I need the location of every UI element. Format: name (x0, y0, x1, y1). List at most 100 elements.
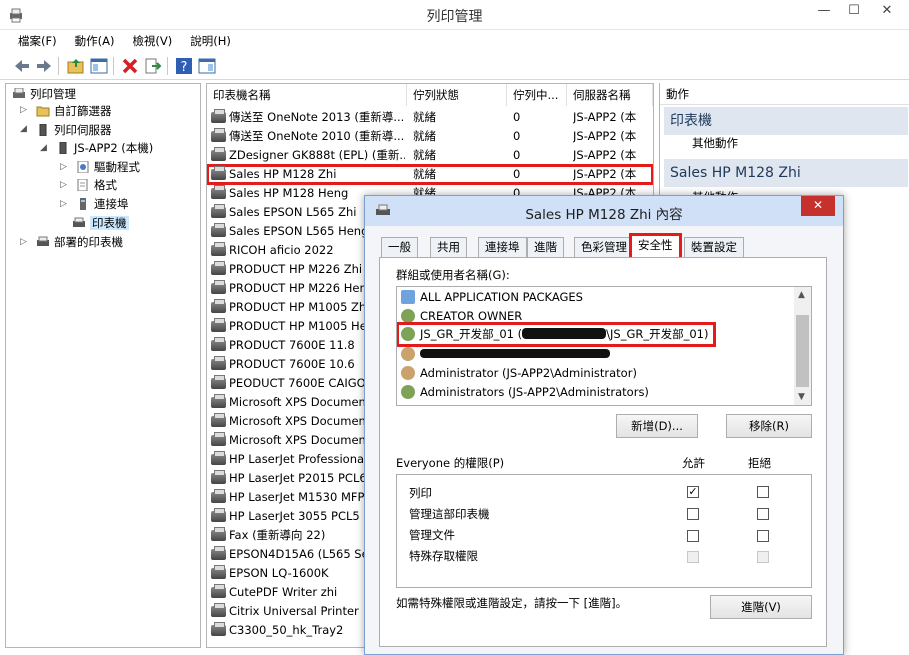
tab-device-settings[interactable]: 裝置設定 (684, 237, 744, 257)
show-hide-tree-icon[interactable] (89, 56, 109, 76)
tree-node-printers[interactable]: 印表機 (72, 214, 129, 232)
list-item[interactable]: Administrator (JS-APP2\Administrator) (401, 364, 637, 383)
printer-icon (211, 337, 226, 351)
minimize-button[interactable]: — (809, 0, 839, 22)
groups-label: 群組或使用者名稱(G): (396, 268, 510, 282)
tab-color-management[interactable]: 色彩管理 (574, 237, 634, 257)
column-header-printer-name[interactable]: 印表機名稱 (207, 84, 407, 106)
tab-security[interactable]: 安全性 (629, 233, 682, 260)
table-row[interactable]: 傳送至 OneNote 2010 (重新導... 就緒 0 JS-APP2 (本 (207, 127, 653, 146)
scroll-down-icon[interactable]: ▼ (798, 392, 805, 402)
delete-icon[interactable] (120, 56, 140, 76)
redacted-text (420, 349, 610, 358)
manage-printer-allow-checkbox[interactable] (687, 508, 699, 520)
collapse-arrow-icon[interactable]: ◢ (20, 124, 30, 134)
tree-node-deployed-printers[interactable]: 部署的印表機 (36, 233, 123, 251)
tab-general[interactable]: 一般 (381, 237, 418, 257)
expand-arrow-icon[interactable]: ▷ (20, 237, 30, 247)
svg-text:?: ? (181, 60, 188, 75)
back-arrow-icon[interactable] (12, 56, 32, 76)
list-item[interactable]: ALL APPLICATION PACKAGES (401, 288, 583, 307)
server-group-icon (39, 124, 47, 136)
collapse-arrow-icon[interactable]: ◢ (40, 143, 50, 153)
menu-view[interactable]: 檢視(V) (123, 31, 181, 51)
expand-arrow-icon[interactable]: ▷ (60, 180, 70, 190)
package-group-icon (401, 290, 415, 304)
tab-advanced[interactable]: 進階 (527, 237, 564, 257)
permissions-label: Everyone 的權限(P) (396, 456, 505, 470)
list-item[interactable]: Administrators (JS-APP2\Administrators) (401, 383, 649, 402)
manage-documents-allow-checkbox[interactable] (687, 530, 699, 542)
window-title-bar: 列印管理 — ☐ ✕ (0, 0, 909, 30)
printer-icon (211, 223, 226, 237)
menu-file[interactable]: 檔案(F) (0, 31, 66, 51)
tree-label: 列印伺服器 (54, 123, 112, 137)
up-folder-icon[interactable] (66, 56, 86, 76)
group-name: Administrators (JS-APP2\Administrators) (420, 385, 649, 399)
tree-node-custom-filters[interactable]: 自訂篩選器 (36, 102, 112, 120)
menu-bar: 檔案(F) 動作(A) 檢視(V) 說明(H) (0, 31, 909, 51)
tab-sharing[interactable]: 共用 (430, 237, 467, 257)
permission-name: 列印 (409, 486, 432, 500)
expand-arrow-icon[interactable]: ▷ (60, 199, 70, 209)
column-header-jobs-in-queue[interactable]: 佇列中... (507, 84, 567, 106)
scrollbar-thumb[interactable] (796, 315, 809, 387)
maximize-button[interactable]: ☐ (839, 0, 869, 22)
printer-icon (211, 166, 226, 180)
printer-icon (211, 603, 226, 617)
table-row-selected[interactable]: Sales HP M128 Zhi 就緒 0 JS-APP2 (本 (207, 164, 653, 185)
more-actions-link[interactable]: 其他動作 (692, 133, 738, 153)
navigation-tree: 列印管理 ▷ 自訂篩選器 ◢ 列印伺服器 ◢ JS-APP2 (本機) ▷ 驅動… (5, 83, 201, 648)
server-icon (59, 142, 67, 154)
printer-icon (211, 470, 226, 484)
help-icon[interactable]: ? (174, 56, 194, 76)
export-list-icon[interactable] (143, 56, 163, 76)
tree-node-server-js-app2[interactable]: JS-APP2 (本機) (56, 139, 153, 157)
dialog-title: Sales HP M128 Zhi 內容 (525, 207, 683, 223)
tree-node-forms[interactable]: 格式 (76, 176, 117, 194)
printer-icon (211, 584, 226, 598)
manage-printer-deny-checkbox[interactable] (757, 508, 769, 520)
tree-node-print-management[interactable]: 列印管理 (12, 85, 76, 103)
groups-list-scrollbar[interactable]: ▲ ▼ (794, 287, 811, 405)
advanced-button[interactable]: 進階(V) (710, 595, 812, 619)
scroll-up-icon[interactable]: ▲ (798, 290, 805, 300)
special-permissions-allow-checkbox (687, 551, 699, 563)
tree-node-ports[interactable]: 連接埠 (76, 195, 129, 213)
printer-icon (211, 242, 226, 256)
tree-node-drivers[interactable]: 驅動程式 (76, 158, 140, 176)
close-window-button[interactable]: ✕ (869, 0, 905, 22)
manage-documents-deny-checkbox[interactable] (757, 530, 769, 542)
column-header-queue-status[interactable]: 佇列狀態 (407, 84, 507, 106)
expand-arrow-icon[interactable]: ▷ (60, 162, 70, 172)
expand-arrow-icon[interactable]: ▷ (20, 105, 30, 115)
remove-button[interactable]: 移除(R) (726, 414, 812, 438)
table-row[interactable]: ZDesigner GK888t (EPL) (重新... 就緒 0 JS-APP2 … (207, 146, 653, 165)
toolbar-separator (167, 57, 168, 75)
groups-users-list[interactable]: ALL APPLICATION PACKAGES CREATOR OWNER J… (396, 286, 812, 406)
forward-arrow-icon[interactable] (34, 56, 54, 76)
dialog-close-button[interactable]: ✕ (801, 196, 835, 216)
printer-icon (211, 185, 226, 199)
actions-section-printers[interactable]: 印表機 (664, 107, 908, 135)
menu-help[interactable]: 說明(H) (181, 31, 240, 51)
list-item-selected-group[interactable]: JS_GR_开发部_01 (\JS_GR_开发部_01) (397, 322, 716, 347)
printer-icon (211, 375, 226, 389)
list-item[interactable]: CREATOR OWNER (401, 307, 522, 326)
cell-queue-status: 就緒 (413, 148, 436, 162)
ports-icon (80, 198, 86, 210)
print-allow-checkbox[interactable]: ✓ (687, 486, 699, 498)
menu-action[interactable]: 動作(A) (66, 31, 124, 51)
column-header-server-name[interactable]: 伺服器名稱 (567, 84, 653, 106)
show-hide-action-pane-icon[interactable] (197, 56, 217, 76)
list-item-redacted[interactable] (401, 345, 610, 364)
group-name: ALL APPLICATION PACKAGES (420, 290, 583, 304)
add-button[interactable]: 新增(D)... (616, 414, 698, 438)
print-deny-checkbox[interactable] (757, 486, 769, 498)
table-row[interactable]: 傳送至 OneNote 2013 (重新導... 就緒 0 JS-APP2 (本 (207, 108, 653, 127)
tree-label: 格式 (94, 178, 117, 192)
actions-section-selected-printer[interactable]: Sales HP M128 Zhi (664, 159, 908, 187)
tab-ports[interactable]: 連接埠 (478, 237, 527, 257)
cell-jobs: 0 (513, 110, 521, 124)
tree-node-print-servers[interactable]: 列印伺服器 (36, 121, 112, 139)
